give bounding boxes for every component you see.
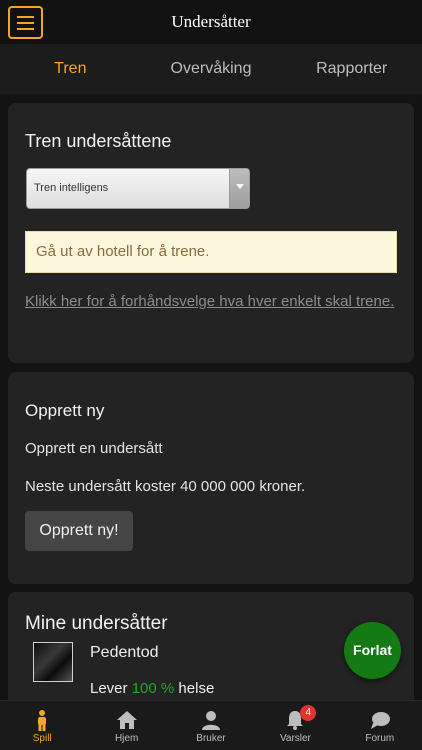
create-cost-text: Neste undersått koster 40 000 000 kroner… — [25, 478, 306, 495]
train-card: Tren undersåttene Tren intelligens Gå ut… — [8, 103, 414, 363]
tab-bar: Tren Overvåking Rapporter — [0, 44, 422, 94]
user-icon — [202, 711, 221, 730]
preselect-link[interactable]: Klikk her for å forhåndsvelge hva hver e… — [25, 291, 397, 312]
subject-name[interactable]: Pedentod — [90, 644, 159, 662]
my-subjects-title: Mine undersåtter — [25, 613, 168, 634]
tab-rapporter[interactable]: Rapporter — [281, 44, 422, 94]
main-content: Tren undersåttene Tren intelligens Gå ut… — [0, 94, 422, 700]
subject-avatar[interactable] — [33, 642, 73, 682]
create-card: Opprett ny Opprett en undersått Neste un… — [8, 372, 414, 584]
nav-label-forum: Forum — [365, 733, 395, 744]
nav-item-bruker[interactable]: Bruker — [169, 701, 253, 750]
page-title: Undersåtter — [171, 12, 251, 31]
nav-label-varsler: Varsler — [279, 733, 311, 744]
nav-item-spill[interactable]: Spill — [0, 701, 84, 750]
home-icon — [116, 711, 137, 729]
create-card-title: Opprett ny — [25, 401, 105, 420]
health-percent: 100 % — [131, 680, 175, 697]
notification-badge: 4 — [300, 705, 317, 721]
train-card-title: Tren undersåttene — [25, 131, 172, 151]
tab-overvaking[interactable]: Overvåking — [141, 44, 282, 94]
leave-button[interactable]: Forlat — [344, 622, 401, 679]
chevron-down-icon — [229, 169, 249, 208]
status-prefix: Lever — [90, 680, 128, 697]
nav-item-varsler[interactable]: 4 Varsler — [253, 701, 337, 750]
nav-label-hjem: Hjem — [114, 733, 139, 744]
train-select[interactable]: Tren intelligens — [26, 168, 250, 209]
nav-label-spill: Spill — [32, 733, 52, 744]
nav-label-bruker: Bruker — [196, 733, 226, 744]
create-subtitle: Opprett en undersått — [25, 440, 163, 457]
chat-icon — [370, 712, 390, 729]
person-icon — [38, 710, 47, 731]
subject-status: Lever 100 % helse — [90, 680, 214, 697]
create-new-button[interactable]: Opprett ny! — [25, 511, 133, 551]
train-select-value: Tren intelligens — [34, 182, 109, 194]
tab-tren[interactable]: Tren — [0, 44, 141, 94]
hotel-notice: Gå ut av hotell for å trene. — [25, 231, 397, 273]
nav-item-forum[interactable]: Forum — [338, 701, 422, 750]
nav-item-hjem[interactable]: Hjem — [84, 701, 168, 750]
status-suffix: helse — [178, 680, 215, 697]
bottom-nav: Spill Hjem Bruker 4 Varsler Forum — [0, 700, 422, 750]
top-bar: Undersåtter — [0, 0, 422, 44]
